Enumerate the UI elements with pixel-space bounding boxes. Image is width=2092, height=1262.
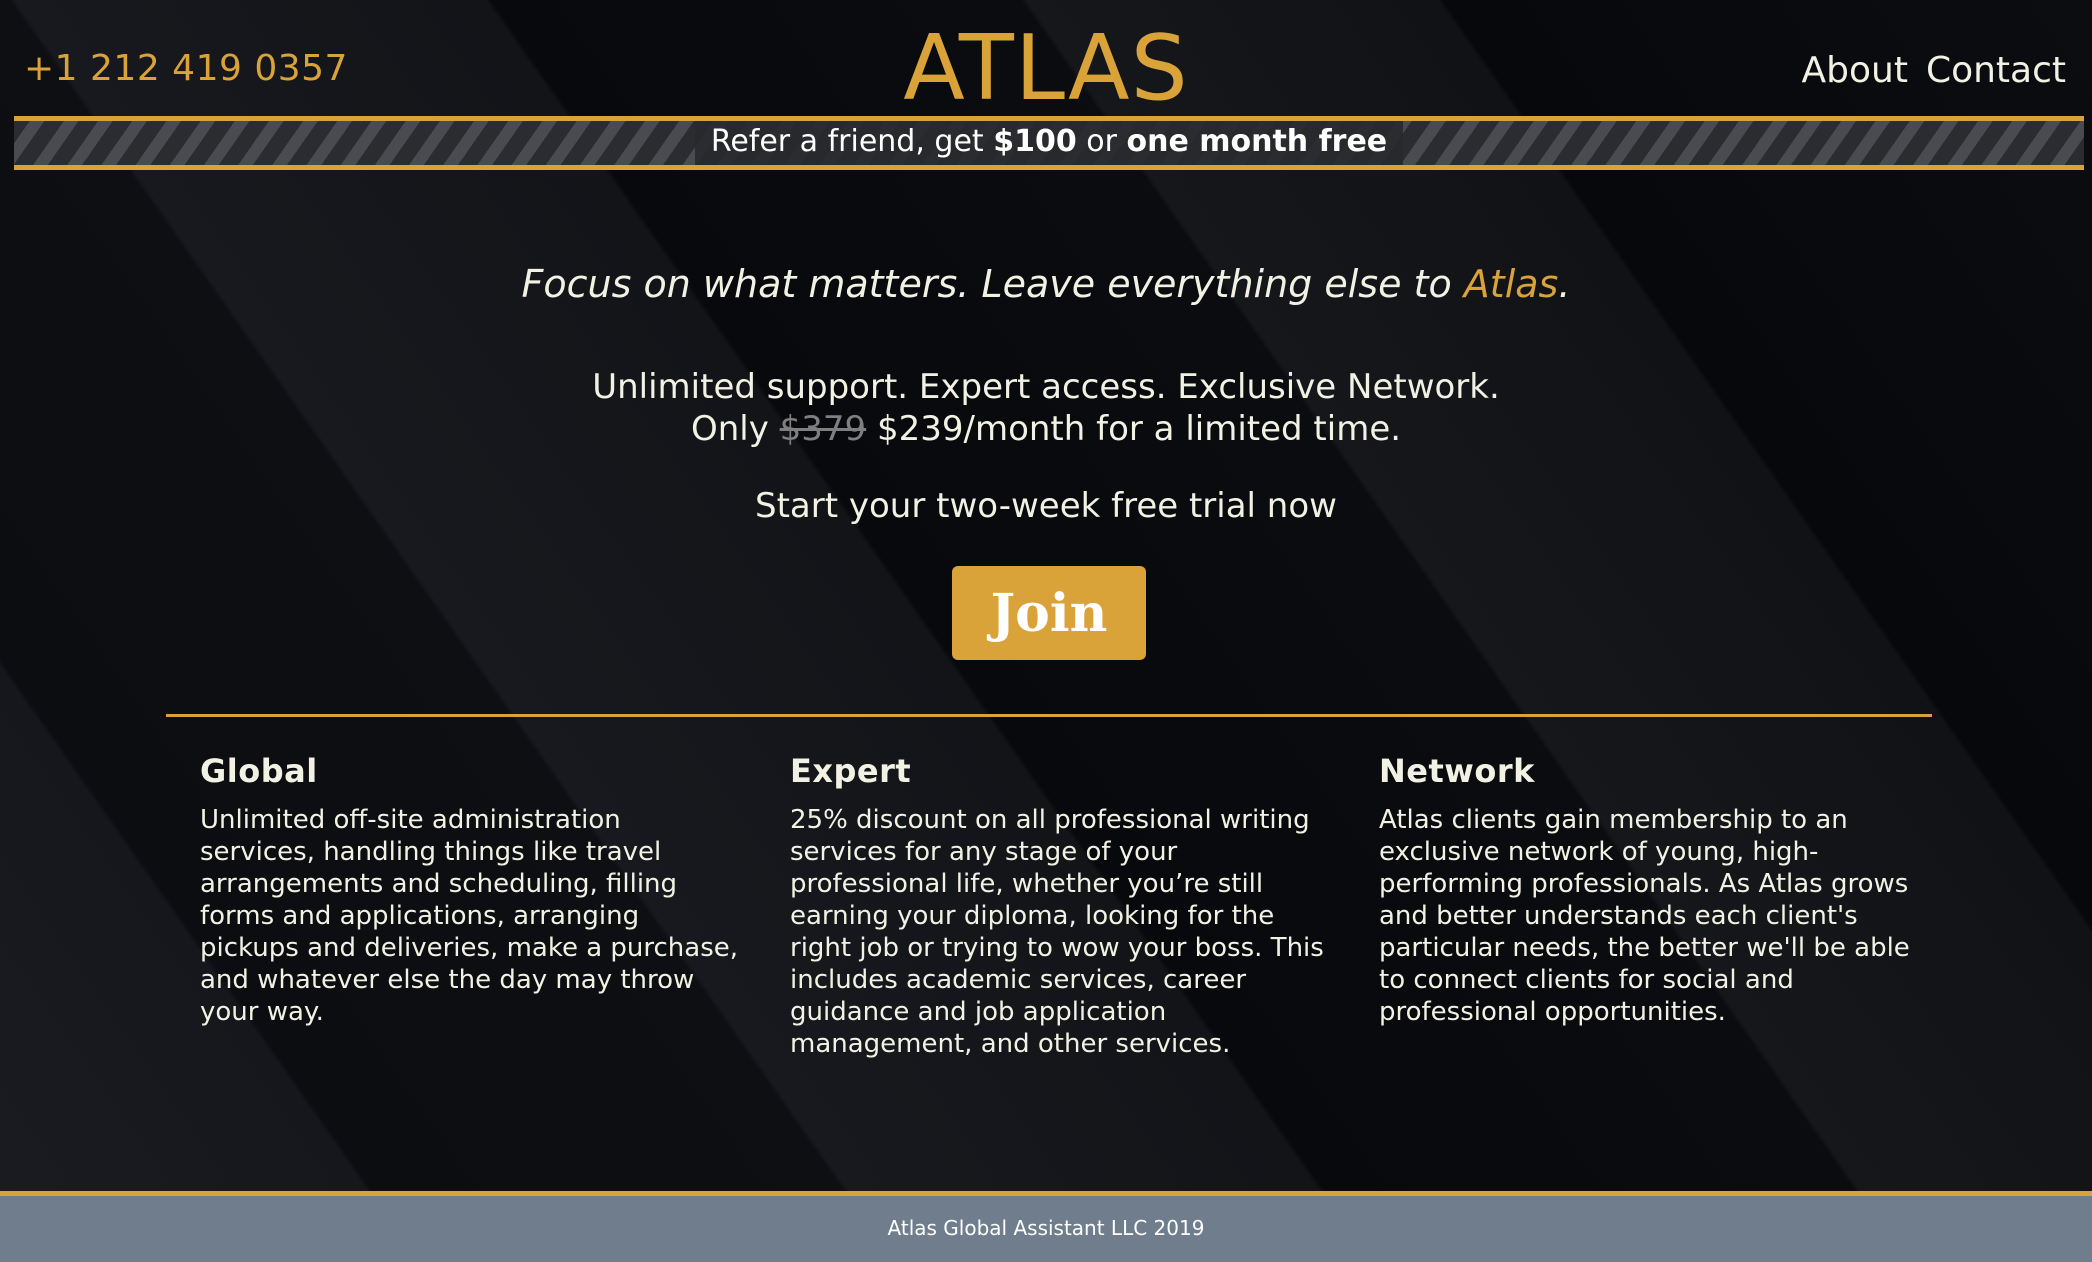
tagline-end: . xyxy=(1558,262,1571,306)
feature-title: Network xyxy=(1379,752,1535,790)
trial-callout: Start your two-week free trial now xyxy=(755,486,1337,526)
feature-text: Atlas clients gain membership to an excl… xyxy=(1379,805,1910,1027)
referral-prefix: Refer a friend, get xyxy=(710,124,994,159)
feature-text: Unlimited off-site administration servic… xyxy=(200,805,739,1027)
new-price: $239/month for a limited time. xyxy=(866,409,1402,449)
hero-tagline: Focus on what matters. Leave everything … xyxy=(0,262,2092,306)
tagline-accent: Atlas xyxy=(1463,262,1559,306)
benefits-line: Unlimited support. Expert access. Exclus… xyxy=(592,367,1500,407)
page: +1 212 419 0357 ATLAS About Contact Refe… xyxy=(0,0,2092,1262)
referral-banner[interactable]: Refer a friend, get $100 or one month fr… xyxy=(14,116,2084,170)
referral-offer: one month free xyxy=(1126,124,1388,159)
price-line: Only $379 $239/month for a limited time. xyxy=(0,408,2092,450)
referral-amount: $100 xyxy=(993,124,1077,159)
footer-copyright: Atlas Global Assistant LLC 2019 xyxy=(887,1216,1205,1240)
top-nav: About Contact xyxy=(1802,50,2067,91)
feature-global: Global Unlimited off-site administration… xyxy=(200,752,740,1028)
referral-or: or xyxy=(1076,124,1127,159)
section-divider xyxy=(166,714,1932,717)
feature-network: Network Atlas clients gain membership to… xyxy=(1379,752,1919,1028)
feature-title: Global xyxy=(200,752,318,790)
footer: Atlas Global Assistant LLC 2019 xyxy=(0,1191,2092,1262)
feature-title: Expert xyxy=(790,752,912,790)
join-button[interactable]: Join xyxy=(952,566,1146,660)
brand-logo[interactable]: ATLAS xyxy=(0,14,2092,124)
hero-benefits: Unlimited support. Expert access. Exclus… xyxy=(0,366,2092,450)
price-prefix: Only xyxy=(690,409,780,449)
nav-about-link[interactable]: About xyxy=(1802,50,1908,91)
referral-text: Refer a friend, get $100 or one month fr… xyxy=(694,121,1404,165)
nav-contact-link[interactable]: Contact xyxy=(1926,50,2066,91)
old-price: $379 xyxy=(779,409,867,449)
feature-expert: Expert 25% discount on all professional … xyxy=(790,752,1330,1060)
tagline-main: Focus on what matters. Leave everything … xyxy=(521,262,1464,306)
feature-text: 25% discount on all professional writing… xyxy=(790,805,1324,1059)
